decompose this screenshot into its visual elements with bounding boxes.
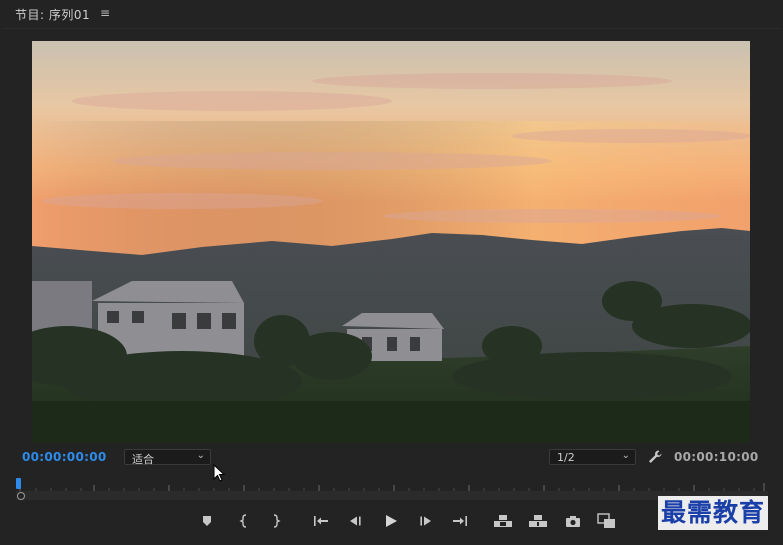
panel-menu-icon[interactable]: ≡ bbox=[100, 6, 110, 20]
settings-wrench-icon[interactable] bbox=[647, 449, 663, 465]
step-forward-icon bbox=[420, 516, 431, 526]
zoom-level-value: 适合 bbox=[132, 453, 154, 466]
compare-view-button[interactable] bbox=[597, 510, 617, 532]
zoom-scroll-bar[interactable] bbox=[16, 491, 768, 500]
step-back-icon bbox=[350, 516, 361, 526]
playback-resolution-value: 1/2 bbox=[557, 451, 575, 464]
extract-button[interactable] bbox=[528, 510, 548, 532]
time-ruler[interactable] bbox=[16, 478, 768, 504]
go-to-in-button[interactable] bbox=[311, 510, 331, 532]
playhead[interactable] bbox=[16, 478, 21, 489]
duration-timecode: 00:00:10:00 bbox=[674, 450, 759, 464]
play-button[interactable] bbox=[381, 510, 401, 532]
mouse-pointer-icon bbox=[213, 463, 226, 486]
go-to-out-icon bbox=[453, 516, 467, 526]
zoom-level-select[interactable]: 适合 ⌄ bbox=[124, 449, 211, 466]
mark-out-icon bbox=[273, 514, 281, 528]
mark-in-button[interactable] bbox=[234, 510, 254, 532]
marker-icon bbox=[203, 516, 211, 526]
lift-button[interactable] bbox=[493, 510, 513, 532]
extract-icon bbox=[529, 515, 547, 527]
play-icon bbox=[386, 515, 397, 527]
add-marker-button[interactable] bbox=[197, 510, 217, 532]
video-frame-image bbox=[32, 41, 750, 443]
go-to-out-button[interactable] bbox=[450, 510, 470, 532]
mark-out-button[interactable] bbox=[266, 510, 286, 532]
step-forward-button[interactable] bbox=[416, 510, 436, 532]
go-to-in-icon bbox=[314, 516, 328, 526]
zoom-scroll-handle[interactable] bbox=[17, 492, 25, 500]
compare-icon bbox=[597, 513, 615, 528]
camera-icon bbox=[566, 515, 580, 527]
playback-resolution-select[interactable]: 1/2 ⌄ bbox=[549, 449, 636, 465]
watermark-logo: 最需教育 bbox=[658, 496, 769, 530]
chevron-down-icon: ⌄ bbox=[621, 450, 630, 461]
chevron-down-icon: ⌄ bbox=[196, 450, 205, 461]
export-frame-button[interactable] bbox=[563, 510, 583, 532]
lift-icon bbox=[494, 515, 512, 527]
video-preview[interactable] bbox=[32, 41, 750, 443]
mark-in-icon bbox=[239, 514, 247, 528]
panel-header: 节目: 序列01 ≡ bbox=[0, 0, 783, 28]
panel-title[interactable]: 节目: 序列01 bbox=[15, 6, 90, 23]
current-timecode[interactable]: 00:00:00:00 bbox=[22, 450, 107, 464]
step-back-button[interactable] bbox=[345, 510, 365, 532]
